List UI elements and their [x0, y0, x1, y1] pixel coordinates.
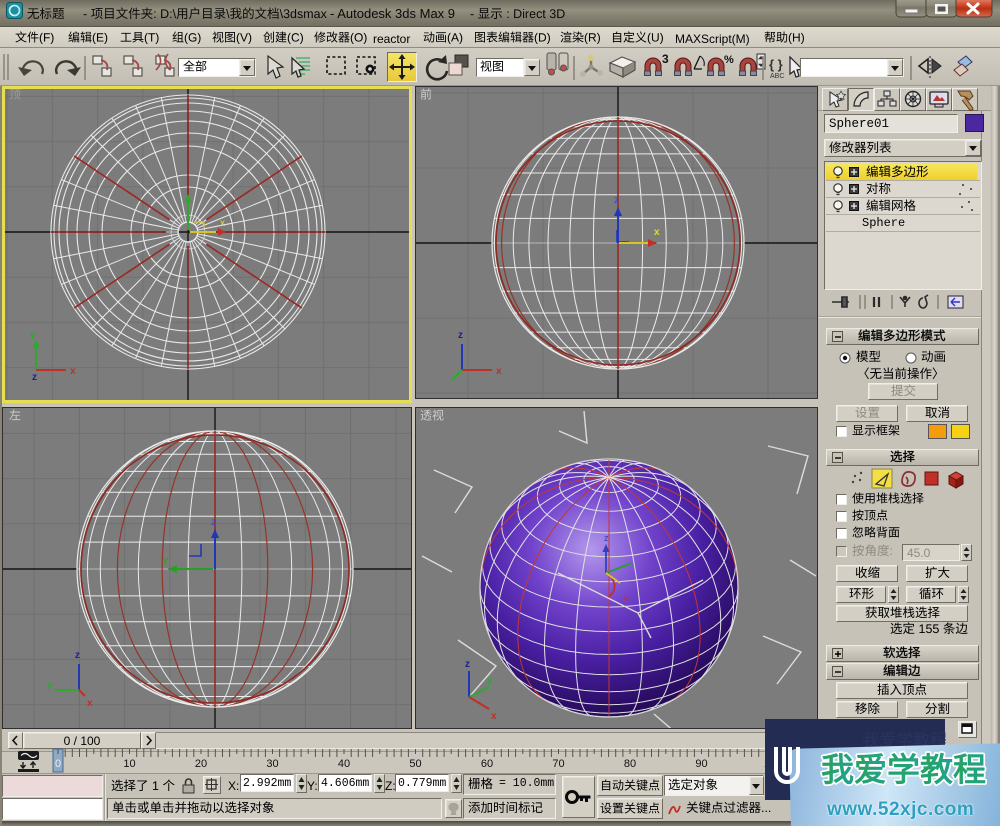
svg-text:%: % [724, 54, 734, 66]
svg-text:ABC: ABC [770, 73, 784, 80]
svg-text:0: 0 [55, 758, 61, 770]
svg-text:30: 30 [266, 758, 278, 770]
svg-text:80: 80 [624, 758, 636, 770]
svg-text:y: y [487, 675, 493, 686]
svg-text:z: z [32, 372, 37, 383]
svg-text:z: z [75, 650, 80, 661]
svg-text:y: y [47, 680, 53, 691]
svg-text:50: 50 [409, 758, 421, 770]
svg-text:{ }: { } [769, 57, 783, 72]
svg-text:x: x [624, 593, 629, 603]
svg-text:60: 60 [481, 758, 493, 770]
svg-text:z: z [211, 517, 216, 528]
svg-text:70: 70 [552, 758, 564, 770]
svg-text:90: 90 [695, 758, 707, 770]
svg-text:x: x [70, 366, 76, 377]
svg-text:10: 10 [123, 758, 135, 770]
svg-text:z: z [458, 330, 463, 341]
svg-text:z: z [604, 533, 609, 543]
svg-text:20: 20 [195, 758, 207, 770]
svg-text:40: 40 [338, 758, 350, 770]
svg-text:x: x [654, 227, 660, 238]
svg-text:z: z [465, 659, 470, 670]
svg-text:x: x [491, 711, 497, 722]
svg-text:y: y [163, 555, 168, 566]
svg-text:y: y [30, 330, 36, 341]
svg-text:x: x [87, 698, 93, 709]
svg-text:z: z [614, 195, 619, 206]
svg-text:x: x [220, 218, 225, 229]
svg-text:3: 3 [662, 52, 669, 66]
svg-text:x: x [496, 366, 502, 377]
